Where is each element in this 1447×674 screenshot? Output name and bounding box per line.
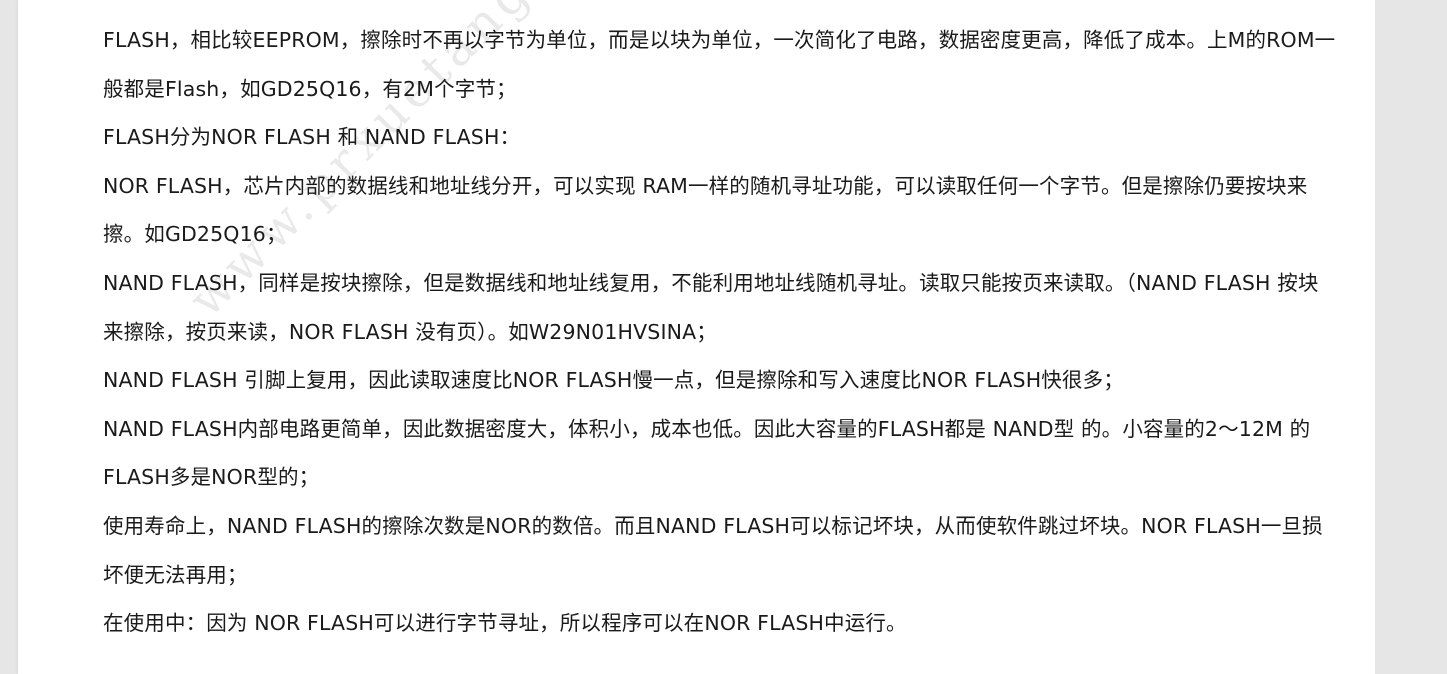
list-item-text: NAND FLASH，同样是按块擦除，但是数据线和地址线复用，不能利用地址线随机…	[103, 270, 1319, 344]
list-item-text: 使用寿命上，NAND FLASH的擦除次数是NOR的数倍。而且NAND FLAS…	[103, 513, 1323, 587]
document-page: www.prxuetang.com FLASH，相比较EEPROM，擦除时不再以…	[18, 0, 1375, 674]
list-item: FLASH分为NOR FLASH 和 NAND FLASH：	[18, 113, 1375, 162]
dot-bullet-icon	[74, 356, 90, 405]
scrollbar-track[interactable]	[1375, 0, 1447, 674]
list-item: NOR FLASH，芯片内部的数据线和地址线分开，可以实现 RAM一样的随机寻址…	[18, 162, 1375, 259]
list-item: 在使用中：因为 NOR FLASH可以进行字节寻址，所以程序可以在NOR FLA…	[18, 599, 1375, 648]
list-item-text: NOR FLASH，芯片内部的数据线和地址线分开，可以实现 RAM一样的随机寻址…	[103, 173, 1308, 247]
dot-bullet-icon	[74, 259, 90, 308]
list-item-text: 在使用中：因为 NOR FLASH可以进行字节寻址，所以程序可以在NOR FLA…	[103, 611, 907, 636]
list-item-text: FLASH，相比较EEPROM，擦除时不再以字节为单位，而是以块为单位，一次简化…	[103, 28, 1336, 101]
list-item: FLASH，相比较EEPROM，擦除时不再以字节为单位，而是以块为单位，一次简化…	[18, 16, 1375, 113]
list-item: NAND FLASH 引脚上复用，因此读取速度比NOR FLASH慢一点，但是擦…	[18, 356, 1375, 405]
dot-bullet-icon	[74, 599, 90, 648]
list-item: 使用寿命上，NAND FLASH的擦除次数是NOR的数倍。而且NAND FLAS…	[18, 502, 1375, 599]
list-item-text: FLASH分为NOR FLASH 和 NAND FLASH：	[103, 125, 521, 150]
round-bullet-icon	[74, 113, 90, 162]
dot-bullet-icon	[74, 405, 90, 454]
bullet-list: FLASH，相比较EEPROM，擦除时不再以字节为单位，而是以块为单位，一次简化…	[18, 16, 1375, 648]
dot-bullet-icon	[74, 502, 90, 551]
list-item: NAND FLASH内部电路更简单，因此数据密度大，体积小，成本也低。因此大容量…	[18, 405, 1375, 502]
list-item: NAND FLASH，同样是按块擦除，但是数据线和地址线复用，不能利用地址线随机…	[18, 259, 1375, 356]
list-item-text: NAND FLASH 引脚上复用，因此读取速度比NOR FLASH慢一点，但是擦…	[103, 368, 1124, 393]
dot-bullet-icon	[74, 162, 90, 211]
list-item-text: NAND FLASH内部电路更简单，因此数据密度大，体积小，成本也低。因此大容量…	[103, 416, 1311, 490]
round-bullet-icon	[74, 16, 90, 65]
